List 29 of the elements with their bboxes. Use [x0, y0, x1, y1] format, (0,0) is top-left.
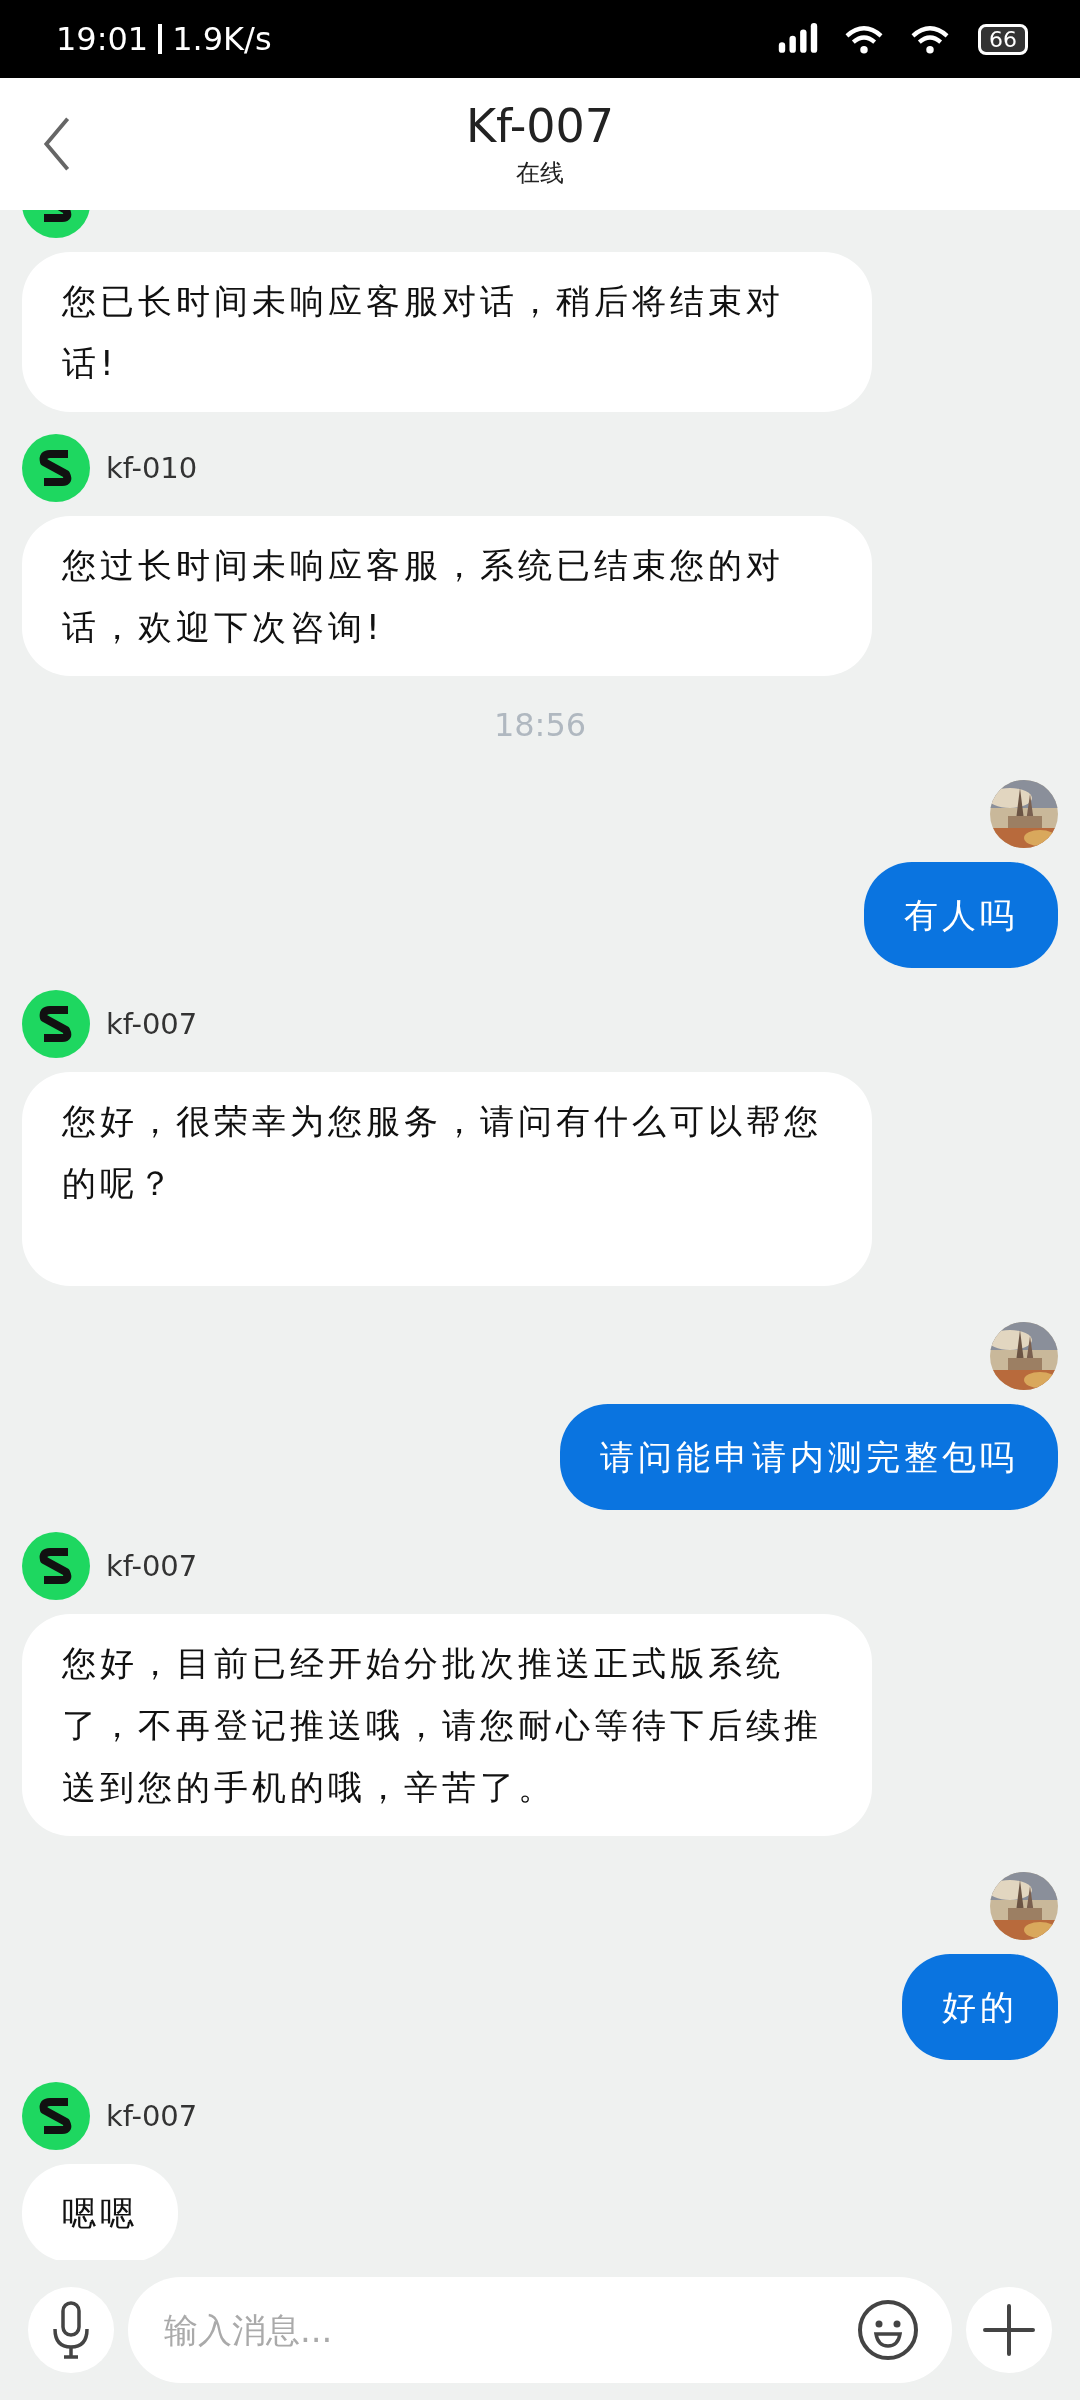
sender-name: kf-007 — [106, 2099, 198, 2133]
message-input[interactable]: 输入消息... — [162, 2309, 856, 2351]
message-bubble: 有人吗 — [864, 862, 1058, 968]
message-bubble: 好的 — [902, 1954, 1058, 2060]
separator-icon — [158, 24, 163, 54]
sender-name: kf-010 — [106, 451, 198, 485]
message-bubble: 您好，目前已经开始分批次推送正式版系统了，不再登记推送哦，请您耐心等待下后续推送到您的手机的哦，辛苦了。 — [22, 1614, 872, 1836]
online-status: 在线 — [516, 158, 564, 189]
sender-name: kf-007 — [106, 1007, 198, 1041]
microphone-icon[interactable] — [28, 2287, 114, 2373]
battery-icon: 66 — [978, 23, 1028, 55]
message-bubble: 嗯嗯 — [22, 2164, 178, 2260]
timestamp: 18:56 — [493, 706, 587, 744]
add-icon[interactable] — [966, 2287, 1052, 2373]
logo-avatar-icon — [22, 990, 90, 1058]
message-field[interactable]: 输入消息... — [128, 2277, 952, 2383]
sender-name: kf-007 — [106, 1549, 198, 1583]
logo-avatar-icon — [22, 434, 90, 502]
logo-avatar-icon — [22, 1532, 90, 1600]
chat-title: Kf-007 — [465, 99, 615, 153]
network-speed: 1.9K/s — [172, 20, 272, 58]
status-time: 19:01 — [56, 20, 149, 58]
signal-icon — [776, 23, 820, 55]
message-bubble: 您过长时间未响应客服，系统已结束您的对话，欢迎下次咨询! — [22, 516, 872, 676]
message-bubble: 您好，很荣幸为您服务，请问有什么可以帮您的呢？ — [22, 1072, 872, 1286]
message-bubble: 请问能申请内测完整包吗 — [560, 1404, 1058, 1510]
logo-avatar-icon — [22, 2082, 90, 2150]
message-bubble: 您已长时间未响应客服对话，稍后将结束对话! — [22, 252, 872, 412]
emoji-icon[interactable] — [856, 2298, 920, 2362]
